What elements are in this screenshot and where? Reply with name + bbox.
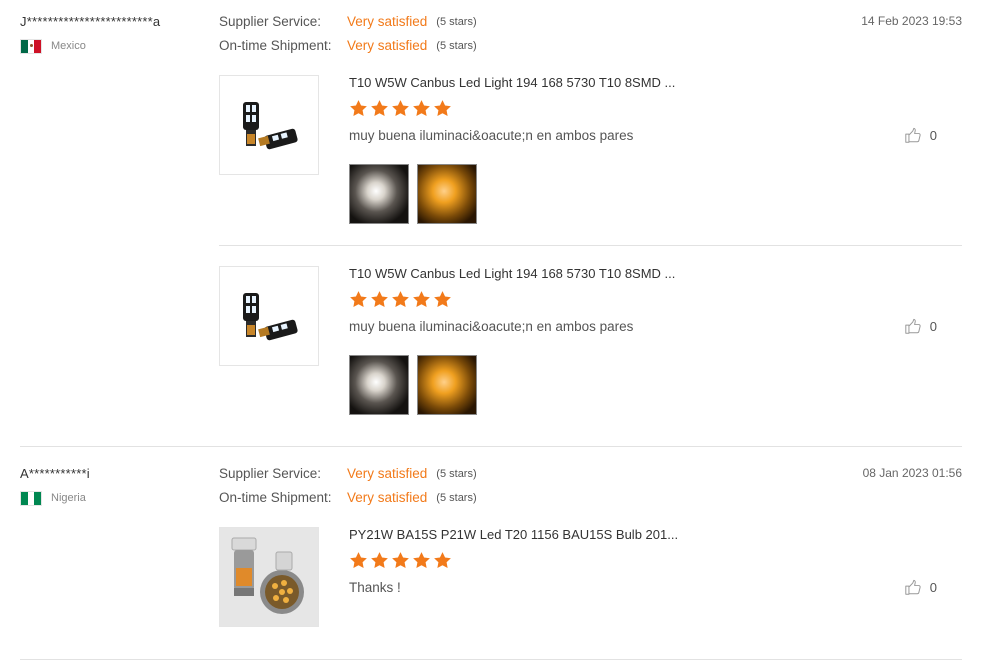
review-divider bbox=[20, 659, 962, 660]
supplier-service-rating: Supplier Service: Very satisfied (5 star… bbox=[219, 14, 477, 29]
supplier-service-value: Very satisfied bbox=[347, 14, 428, 29]
review-comment: muy buena iluminaci&oacute;n en ambos pa… bbox=[349, 319, 634, 334]
like-count: 0 bbox=[929, 318, 937, 334]
country-name: Nigeria bbox=[51, 492, 86, 504]
amber-light-photo bbox=[418, 356, 476, 414]
reviewer-country: Nigeria bbox=[20, 490, 86, 506]
item-divider bbox=[219, 245, 962, 246]
ontime-shipment-label: On-time Shipment: bbox=[219, 38, 332, 53]
ontime-shipment-value: Very satisfied bbox=[347, 490, 428, 505]
review-divider bbox=[20, 446, 962, 447]
star-icon bbox=[349, 99, 368, 118]
nigeria-flag-icon bbox=[20, 490, 42, 506]
star-icon bbox=[370, 99, 389, 118]
star-icon bbox=[349, 551, 368, 570]
supplier-service-label: Supplier Service: bbox=[219, 466, 322, 481]
star-icon bbox=[370, 551, 389, 570]
mexico-flag-icon bbox=[20, 38, 42, 54]
star-icon bbox=[433, 551, 452, 570]
star-icon bbox=[412, 99, 431, 118]
product-rating-stars bbox=[349, 290, 454, 310]
star-icon bbox=[349, 290, 368, 309]
star-icon bbox=[370, 290, 389, 309]
country-name: Mexico bbox=[51, 40, 86, 52]
py21w-led-bulb-image bbox=[220, 528, 318, 626]
supplier-service-stars: (5 stars) bbox=[436, 15, 477, 28]
review-photos bbox=[349, 164, 485, 224]
product-thumbnail[interactable] bbox=[219, 266, 319, 366]
review-photos bbox=[349, 355, 485, 415]
like-button[interactable]: 0 bbox=[904, 126, 937, 144]
supplier-service-rating: Supplier Service: Very satisfied (5 star… bbox=[219, 466, 477, 481]
like-button[interactable]: 0 bbox=[904, 578, 937, 596]
t10-led-bulb-image bbox=[243, 293, 298, 341]
product-title[interactable]: PY21W BA15S P21W Led T20 1156 BAU15S Bul… bbox=[349, 527, 678, 542]
ontime-shipment-rating: On-time Shipment: Very satisfied (5 star… bbox=[219, 38, 477, 53]
star-icon bbox=[433, 99, 452, 118]
ontime-shipment-value: Very satisfied bbox=[347, 38, 428, 53]
review-comment: muy buena iluminaci&oacute;n en ambos pa… bbox=[349, 128, 634, 143]
review-photo-white-light[interactable] bbox=[349, 164, 409, 224]
product-thumbnail[interactable] bbox=[219, 75, 319, 175]
star-icon bbox=[433, 290, 452, 309]
thumbs-up-icon bbox=[904, 578, 922, 596]
review-comment: Thanks ! bbox=[349, 580, 401, 595]
star-icon bbox=[391, 551, 410, 570]
product-title[interactable]: T10 W5W Canbus Led Light 194 168 5730 T1… bbox=[349, 75, 675, 90]
like-count: 0 bbox=[929, 127, 937, 143]
product-title[interactable]: T10 W5W Canbus Led Light 194 168 5730 T1… bbox=[349, 266, 675, 281]
star-icon bbox=[391, 290, 410, 309]
supplier-service-stars: (5 stars) bbox=[436, 467, 477, 480]
product-rating-stars bbox=[349, 99, 454, 119]
star-icon bbox=[391, 99, 410, 118]
white-light-photo bbox=[350, 165, 408, 223]
ontime-shipment-rating: On-time Shipment: Very satisfied (5 star… bbox=[219, 490, 477, 505]
supplier-service-label: Supplier Service: bbox=[219, 14, 322, 29]
reviewer-country: Mexico bbox=[20, 38, 86, 54]
ontime-shipment-stars: (5 stars) bbox=[436, 491, 477, 504]
review-photo-amber-light[interactable] bbox=[417, 355, 477, 415]
reviewer-name: J************************a bbox=[20, 14, 161, 29]
review-photo-white-light[interactable] bbox=[349, 355, 409, 415]
thumbs-up-icon bbox=[904, 317, 922, 335]
thumbs-up-icon bbox=[904, 126, 922, 144]
product-rating-stars bbox=[349, 551, 454, 571]
white-light-photo bbox=[350, 356, 408, 414]
like-button[interactable]: 0 bbox=[904, 317, 937, 335]
reviewer-name: A***********i bbox=[20, 466, 90, 481]
product-thumbnail[interactable] bbox=[219, 527, 319, 627]
review-date: 14 Feb 2023 19:53 bbox=[861, 14, 962, 28]
ontime-shipment-stars: (5 stars) bbox=[436, 39, 477, 52]
ontime-shipment-label: On-time Shipment: bbox=[219, 490, 332, 505]
star-icon bbox=[412, 290, 431, 309]
amber-light-photo bbox=[418, 165, 476, 223]
like-count: 0 bbox=[929, 579, 937, 595]
t10-led-bulb-image bbox=[243, 102, 298, 150]
supplier-service-value: Very satisfied bbox=[347, 466, 428, 481]
star-icon bbox=[412, 551, 431, 570]
review-date: 08 Jan 2023 01:56 bbox=[862, 466, 962, 480]
review-photo-amber-light[interactable] bbox=[417, 164, 477, 224]
